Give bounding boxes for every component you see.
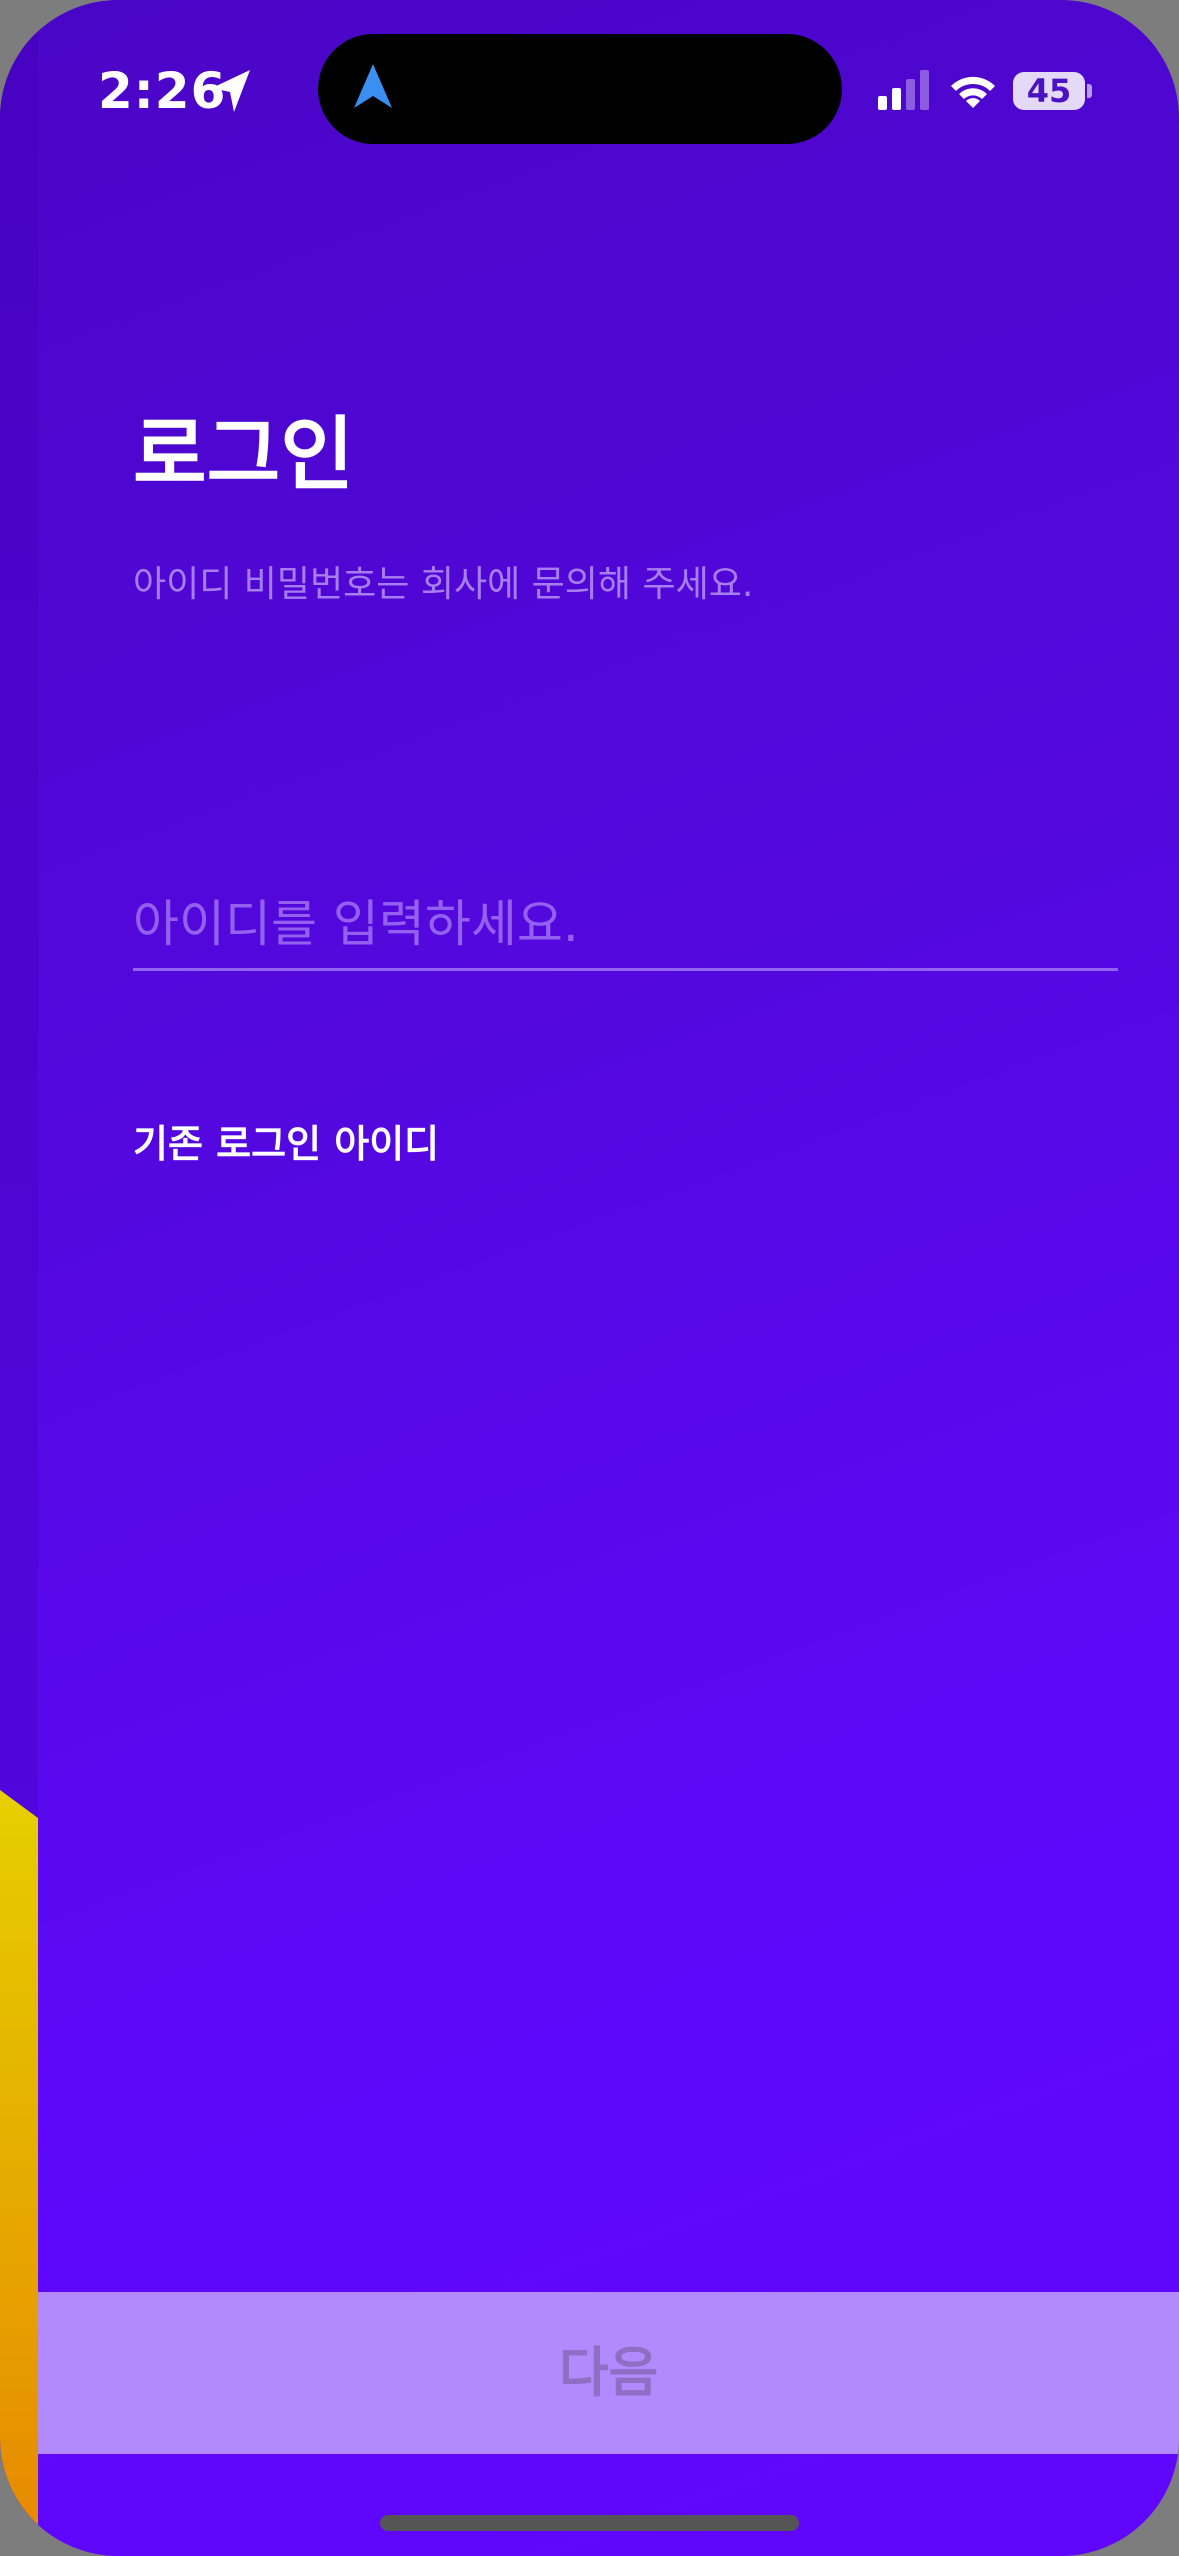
next-button[interactable]: 다음 (38, 2292, 1179, 2454)
home-indicator[interactable] (380, 2515, 799, 2531)
battery-nub (1087, 84, 1092, 98)
location-arrow-icon (212, 70, 250, 112)
battery-icon: 45 (1013, 72, 1085, 110)
screen: 2:26 45 로그인 아이디 비밀번호는 회사에 문의해 주세요. 기존 로그… (0, 0, 1179, 2556)
page-title: 로그인 (133, 408, 354, 501)
page-subtitle: 아이디 비밀번호는 회사에 문의해 주세요. (133, 564, 754, 605)
navigation-icon (354, 64, 392, 108)
dynamic-island (318, 34, 842, 144)
side-accent (0, 1790, 38, 2530)
id-input[interactable] (133, 880, 1118, 971)
status-time: 2:26 (98, 62, 227, 120)
wifi-icon (951, 76, 995, 108)
previous-ids-label[interactable]: 기존 로그인 아이디 (133, 1116, 439, 1172)
cellular-signal-icon (878, 70, 929, 110)
